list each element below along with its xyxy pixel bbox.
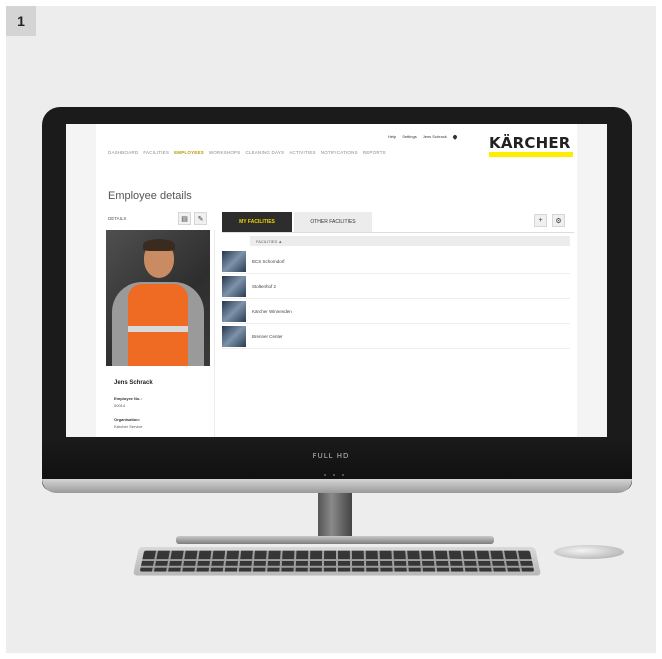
column-divider — [214, 230, 215, 437]
keyboard-keys — [139, 550, 535, 572]
nav-item-reports[interactable]: REPORTS — [363, 150, 386, 155]
util-link-user[interactable]: Jens Schrack — [423, 134, 447, 139]
add-button[interactable]: + — [534, 214, 547, 227]
util-link-help[interactable]: Help — [388, 134, 396, 139]
monitor-brand-label: FULL HD — [312, 452, 350, 460]
plus-icon: + — [538, 217, 543, 224]
main-nav: DASHBOARD FACILITIES EMPLOYEES WORKSHOPS… — [108, 150, 488, 155]
nav-item-employees[interactable]: EMPLOYEES — [174, 150, 204, 155]
calendar-button[interactable]: ▤ — [178, 212, 191, 225]
tab-other-facilities[interactable]: OTHER FACILITIES — [294, 212, 372, 232]
facility-thumbnail — [222, 326, 246, 347]
table-row[interactable]: BCS Schorndorf — [222, 250, 570, 274]
nav-item-dashboard[interactable]: DASHBOARD — [108, 150, 138, 155]
mouse — [554, 545, 624, 559]
facility-name[interactable]: BCS Schorndorf — [252, 259, 285, 264]
settings-button[interactable]: ⚙ — [552, 214, 565, 227]
table-row[interactable]: Kärcher Winnenden — [222, 300, 570, 324]
tab-underline — [222, 232, 574, 233]
screen: Help Settings Jens Schrack KÄRCHER DASHB… — [66, 124, 607, 437]
facility-thumbnail — [222, 276, 246, 297]
util-link-settings[interactable]: Settings — [402, 134, 416, 139]
employee-no-value: 00014 — [114, 403, 126, 408]
monitor-stand-base — [176, 536, 494, 544]
monitor-stand — [318, 493, 352, 537]
keyboard — [132, 546, 542, 576]
logo-accent-bar — [489, 152, 573, 157]
employee-photo — [106, 230, 210, 366]
nav-item-activities[interactable]: ACTIVITIES — [289, 150, 316, 155]
organisation-label: Organisation: — [114, 417, 141, 422]
table-row[interactable]: Stoltenhof 2 — [222, 275, 570, 299]
tab-my-facilities[interactable]: MY FACILITIES — [222, 212, 292, 232]
table-header[interactable]: FACILITIES ▲ — [250, 236, 570, 246]
step-badge: 1 — [6, 6, 36, 36]
edit-button[interactable]: ✎ — [194, 212, 207, 225]
nav-item-workshops[interactable]: WORKSHOPS — [209, 150, 241, 155]
nav-item-notifications[interactable]: NOTIFICATIONS — [321, 150, 358, 155]
gear-icon: ⚙ — [555, 217, 562, 225]
employee-name: Jens Schrack — [114, 380, 153, 386]
page-title: Employee details — [108, 190, 192, 202]
facility-thumbnail — [222, 251, 246, 272]
details-label: DETAILS — [108, 216, 127, 221]
monitor-base-edge — [42, 479, 632, 493]
web-page: Help Settings Jens Schrack KÄRCHER DASHB… — [96, 124, 577, 437]
facility-name[interactable]: Brenner Center — [252, 334, 283, 339]
nav-item-facilities[interactable]: FACILITIES — [143, 150, 169, 155]
facility-thumbnail — [222, 301, 246, 322]
location-pin-icon[interactable] — [451, 133, 458, 140]
nav-item-cleaning-days[interactable]: CLEANING DAYS — [245, 150, 284, 155]
pencil-icon: ✎ — [197, 215, 204, 223]
utility-nav: Help Settings Jens Schrack — [388, 133, 458, 140]
facility-name[interactable]: Stoltenhof 2 — [252, 284, 276, 289]
brand-logo[interactable]: KÄRCHER — [489, 134, 571, 152]
facility-name[interactable]: Kärcher Winnenden — [252, 309, 292, 314]
calendar-icon: ▤ — [181, 215, 188, 223]
indicator-lights — [324, 474, 344, 477]
table-row[interactable]: Brenner Center — [222, 325, 570, 349]
organisation-value: Kärcher Service — [114, 424, 143, 429]
employee-no-label: Employee No.: — [114, 396, 142, 401]
